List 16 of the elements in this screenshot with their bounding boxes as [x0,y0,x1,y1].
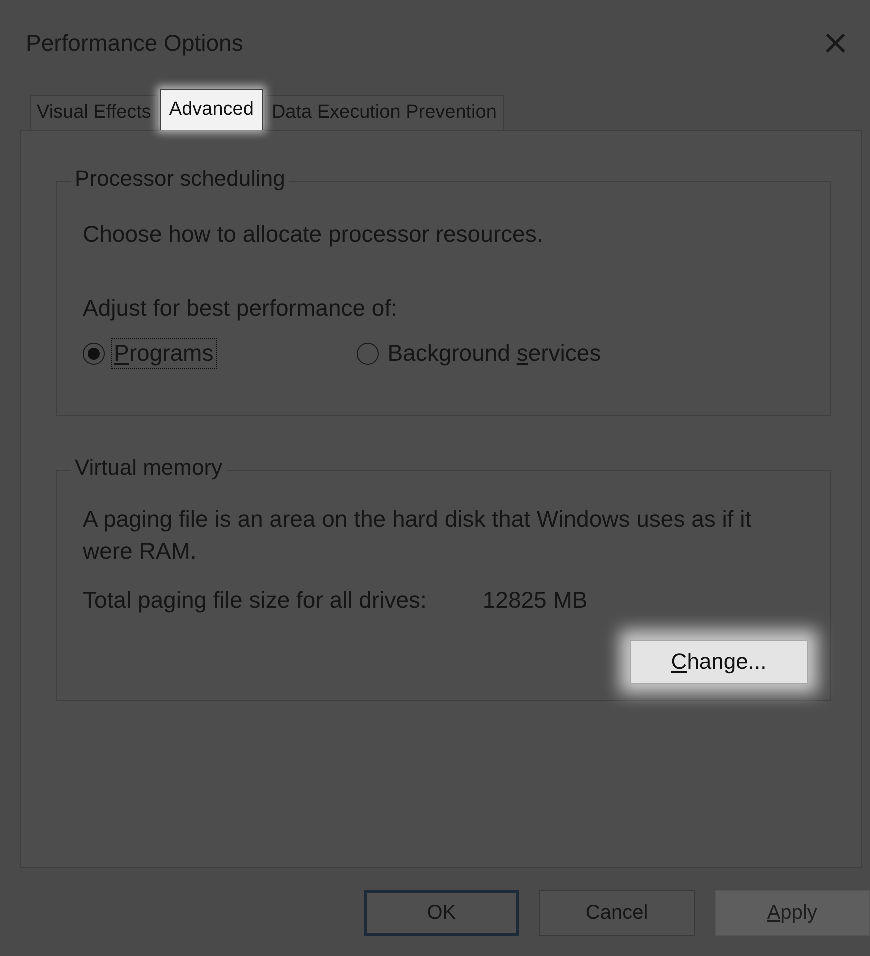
dialog-button[interactable]: Cancel [539,890,695,936]
tab[interactable]: Data Execution Prevention [264,95,504,130]
size-label: Total paging file size for all drives: [83,587,427,614]
tab[interactable]: Visual Effects [30,95,158,130]
radio-label[interactable]: Background services [384,338,604,369]
description: A paging file is an area on the hard disk that Windows uses as if it were RAM. [83,505,753,566]
dialog-button[interactable]: OK [364,890,520,936]
radio-button[interactable] [356,342,379,364]
radio-label[interactable]: Programs [111,338,217,369]
close-button[interactable]: × [816,23,856,63]
tab[interactable]: Advanced [160,89,263,130]
description: Choose how to allocate processor resources. [83,220,544,249]
size-value: 12825 MB [482,587,588,614]
radio-button[interactable] [83,342,105,364]
prompt-label: Adjust for best performance of: [83,294,398,323]
change-button[interactable]: Change... [630,640,808,684]
